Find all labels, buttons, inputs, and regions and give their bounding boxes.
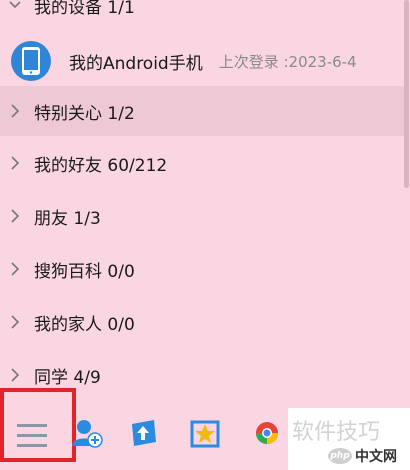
device-avatar (11, 41, 51, 81)
group-item-friends[interactable]: 朋友 1/3 (0, 191, 404, 241)
watermark-logo-text: 中文网 (355, 449, 397, 465)
chrome-app-icon[interactable] (250, 416, 284, 450)
chevron-right-icon (11, 262, 20, 276)
group-item-special-care[interactable]: 特别关心 1/2 (0, 86, 404, 136)
group-label: 朋友 1/3 (34, 208, 101, 229)
group-label: 我的家人 0/0 (34, 314, 135, 335)
watermark: 软件技巧 php 中文网 (288, 408, 410, 470)
php-logo-badge: php (328, 448, 352, 464)
chevron-right-icon (11, 315, 20, 329)
group-label: 我的好友 60/212 (34, 155, 168, 176)
device-last-login: 上次登录 :2023-6-4 (218, 52, 357, 71)
menu-icon (17, 424, 47, 454)
group-item-my-friends[interactable]: 我的好友 60/212 (0, 138, 404, 188)
phone-icon (22, 47, 40, 75)
group-label: 搜狗百科 0/0 (34, 261, 135, 282)
chevron-right-icon (11, 156, 20, 170)
chevron-right-icon (11, 368, 20, 382)
scrollbar[interactable] (404, 0, 409, 188)
group-my-devices[interactable]: 我的设备 1/1 (0, 0, 404, 30)
group-item-my-family[interactable]: 我的家人 0/0 (0, 297, 404, 347)
device-name: 我的Android手机 (69, 53, 203, 74)
chevron-right-icon (11, 104, 20, 118)
group-label: 同学 4/9 (34, 367, 101, 388)
share-icon[interactable] (126, 416, 160, 450)
group-label: 我的设备 1/1 (34, 0, 135, 18)
main-menu-button[interactable] (0, 388, 76, 462)
group-item-sogou-baike[interactable]: 搜狗百科 0/0 (0, 244, 404, 294)
watermark-text: 软件技巧 (292, 420, 381, 445)
chevron-right-icon (11, 209, 20, 223)
bottom-toolbar: 软件技巧 php 中文网 (0, 388, 410, 470)
watermark-logo: php 中文网 (328, 446, 397, 466)
device-item[interactable]: 我的Android手机 上次登录 :2023-6-4 (0, 36, 404, 86)
chevron-down-icon (9, 1, 21, 9)
star-app-icon[interactable] (188, 416, 222, 450)
add-contact-icon[interactable] (70, 416, 104, 450)
group-label: 特别关心 1/2 (34, 103, 135, 124)
